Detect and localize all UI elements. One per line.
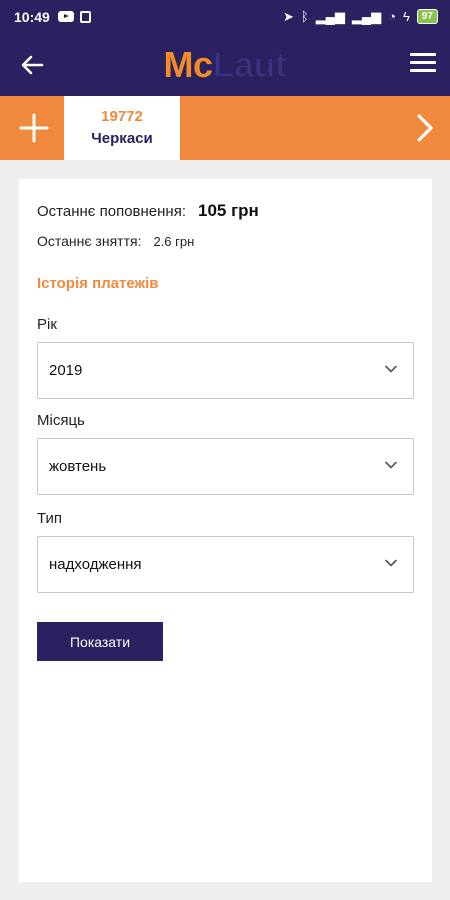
last-withdrawal-row: Останнє зняття: 2.6 грн <box>37 233 194 249</box>
app-logo: McLaut <box>163 43 288 86</box>
location-icon: ➤ <box>282 8 294 24</box>
status-icons: ➤ ᛒ ▂▄▆ ▂▄▆ ◔ ϟ 97 <box>283 9 438 25</box>
chevron-down-icon <box>385 365 397 373</box>
last-topup-value: 105 грн <box>197 201 259 220</box>
show-button[interactable]: Показати <box>37 622 163 661</box>
logo-mc: Mc <box>163 43 213 85</box>
youtube-icon <box>57 11 74 22</box>
calendar-icon <box>79 10 91 23</box>
add-account-button[interactable] <box>12 106 56 150</box>
chevron-right-icon <box>417 114 433 142</box>
signal-icon: ▂▄▆ <box>315 8 345 24</box>
type-select[interactable]: надходження <box>37 536 414 593</box>
tab-account-active[interactable]: 19772 Черкаси <box>64 96 180 160</box>
hamburger-menu-icon <box>410 53 436 56</box>
signal-icon-2: ▂▄▆ <box>351 8 382 24</box>
wifi-icon: ◔ <box>388 9 396 24</box>
year-label: Рік <box>37 316 57 333</box>
payments-card: Останнє поповнення: 105 грн Останнє знят… <box>19 179 432 882</box>
type-label: Тип <box>37 510 63 527</box>
chevron-down-icon <box>385 559 397 567</box>
account-city: Черкаси <box>91 130 153 147</box>
account-tabs-bar: 19772 Черкаси <box>0 96 450 160</box>
last-withdrawal-label: Останнє зняття: <box>37 233 142 249</box>
chevron-down-icon <box>385 461 397 469</box>
last-topup-row: Останнє поповнення: 105 грн <box>37 201 259 221</box>
month-select[interactable]: жовтень <box>37 438 414 495</box>
back-button[interactable] <box>18 51 46 79</box>
next-tab-button[interactable] <box>410 108 440 148</box>
status-bar: 10:49 ➤ ᛒ ▂▄▆ ▂▄▆ ◔ ϟ 97 <box>0 0 450 33</box>
month-select-value: жовтень <box>49 458 107 475</box>
back-arrow-icon <box>21 55 44 75</box>
bluetooth-icon: ᛒ <box>300 9 309 24</box>
year-select[interactable]: 2019 <box>37 342 414 399</box>
account-number: 19772 <box>101 108 143 125</box>
payment-history-title: Історія платежів <box>37 275 159 292</box>
charging-icon: ϟ <box>402 9 410 24</box>
status-time: 10:49 <box>14 8 50 25</box>
month-label: Місяць <box>37 412 85 429</box>
app-bar: McLaut <box>0 33 450 96</box>
year-select-value: 2019 <box>49 362 83 379</box>
plus-icon <box>19 113 49 143</box>
battery-indicator: 97 <box>416 9 438 24</box>
last-topup-label: Останнє поповнення: <box>37 203 186 220</box>
menu-button[interactable] <box>410 53 436 75</box>
type-select-value: надходження <box>49 556 142 573</box>
logo-laut: Laut <box>212 43 288 86</box>
last-withdrawal-value: 2.6 грн <box>153 234 195 249</box>
